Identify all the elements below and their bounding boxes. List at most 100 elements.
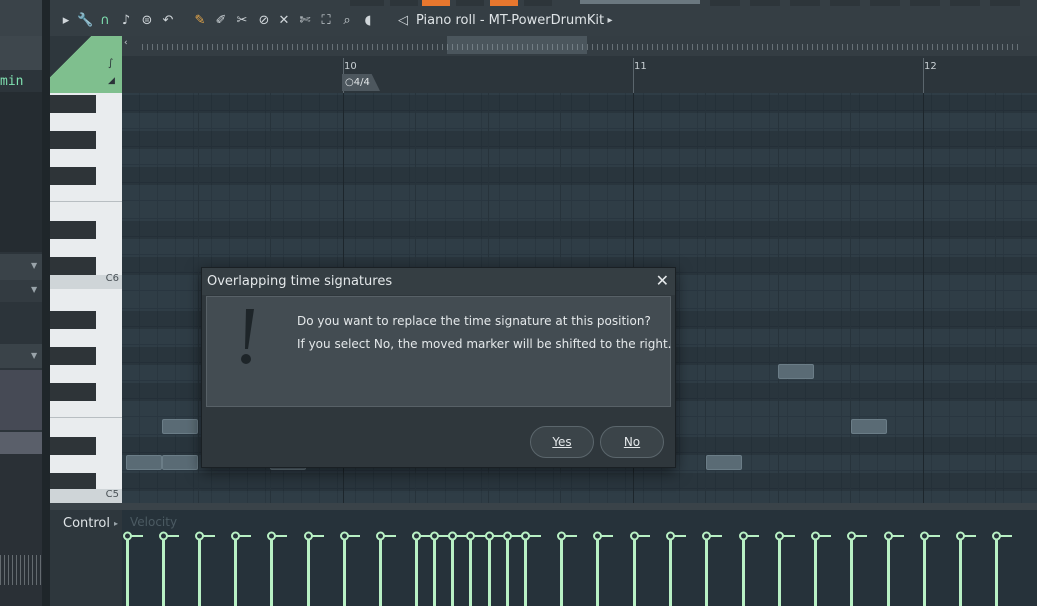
select-icon[interactable]: ⛶	[318, 12, 334, 30]
velocity-handle[interactable]	[430, 531, 439, 541]
velocity-handle[interactable]	[267, 531, 276, 541]
slice-icon[interactable]: ✄	[297, 12, 313, 30]
velocity-stem[interactable]	[469, 536, 472, 606]
timeline-ruler[interactable]: ‹ 10 11 12 ○4/4	[122, 36, 1037, 93]
panel-dropdown[interactable]: ▼	[0, 280, 42, 302]
velocity-stem[interactable]	[524, 536, 527, 606]
velocity-stem[interactable]	[451, 536, 454, 606]
panel-dropdown[interactable]: ▼	[0, 254, 42, 280]
velocity-stem[interactable]	[705, 536, 708, 606]
velocity-stem[interactable]	[307, 536, 310, 606]
velocity-handle[interactable]	[920, 531, 929, 541]
note[interactable]	[126, 455, 162, 470]
chevron-left-icon[interactable]: ‹	[124, 38, 128, 48]
velocity-handle[interactable]	[376, 531, 385, 541]
velocity-stem[interactable]	[343, 536, 346, 606]
velocity-handle[interactable]	[811, 531, 820, 541]
chevron-right-icon[interactable]: ▸	[114, 519, 118, 528]
velocity-stem[interactable]	[669, 536, 672, 606]
velocity-handle[interactable]	[521, 531, 530, 541]
pencil-icon[interactable]: ✎	[192, 12, 208, 30]
delete-icon[interactable]: ✂	[234, 12, 250, 30]
black-key[interactable]	[50, 347, 96, 365]
panel-selected-item[interactable]	[0, 432, 42, 454]
note[interactable]	[778, 364, 814, 379]
mute-icon[interactable]: ⊘	[256, 12, 272, 30]
velocity-stem[interactable]	[415, 536, 418, 606]
magnet-icon[interactable]: ∩	[97, 12, 113, 30]
velocity-stem[interactable]	[126, 536, 129, 606]
song-overview[interactable]	[122, 36, 1037, 56]
note[interactable]	[851, 419, 887, 434]
velocity-stem[interactable]	[995, 536, 998, 606]
velocity-handle[interactable]	[666, 531, 675, 541]
velocity-handle[interactable]	[775, 531, 784, 541]
black-key[interactable]	[50, 221, 96, 239]
velocity-handle[interactable]	[956, 531, 965, 541]
velocity-handle[interactable]	[593, 531, 602, 541]
velocity-handle[interactable]	[485, 531, 494, 541]
velocity-handle[interactable]	[503, 531, 512, 541]
velocity-stem[interactable]	[506, 536, 509, 606]
velocity-stem[interactable]	[433, 536, 436, 606]
close-icon[interactable]: ✕	[656, 271, 669, 290]
velocity-stem[interactable]	[923, 536, 926, 606]
velocity-handle[interactable]	[739, 531, 748, 541]
velocity-stem[interactable]	[162, 536, 165, 606]
velocity-stem[interactable]	[959, 536, 962, 606]
velocity-stem[interactable]	[633, 536, 636, 606]
velocity-handle[interactable]	[448, 531, 457, 541]
velocity-handle[interactable]	[195, 531, 204, 541]
velocity-handle[interactable]	[557, 531, 566, 541]
panel-dropdown[interactable]: ▼	[0, 344, 42, 368]
velocity-handle[interactable]	[412, 531, 421, 541]
velocity-stem[interactable]	[742, 536, 745, 606]
velocity-stem[interactable]	[814, 536, 817, 606]
velocity-handle[interactable]	[123, 531, 132, 541]
velocity-stem[interactable]	[560, 536, 563, 606]
velocity-handle[interactable]	[466, 531, 475, 541]
control-label[interactable]: Control	[63, 516, 110, 531]
play-arrow-icon[interactable]: ▸	[58, 12, 74, 30]
window-title[interactable]: Piano roll - MT-PowerDrumKit	[416, 13, 604, 28]
velocity-handle[interactable]	[340, 531, 349, 541]
velocity-stem[interactable]	[778, 536, 781, 606]
stamp-icon[interactable]: ⊜	[139, 12, 155, 30]
velocity-lane[interactable]: Velocity	[122, 510, 1037, 606]
resize-icon[interactable]: ◢	[108, 76, 115, 86]
speaker-mute-icon[interactable]: ✕	[276, 12, 292, 30]
velocity-handle[interactable]	[992, 531, 1001, 541]
black-key[interactable]	[50, 131, 96, 149]
black-key[interactable]	[50, 311, 96, 329]
more-arrow-icon[interactable]: ▸	[602, 12, 618, 30]
black-key[interactable]	[50, 95, 96, 113]
velocity-handle[interactable]	[630, 531, 639, 541]
zoom-icon[interactable]: ⌕	[339, 12, 355, 30]
velocity-stem[interactable]	[887, 536, 890, 606]
dialog-titlebar[interactable]: Overlapping time signatures ✕	[202, 268, 675, 295]
velocity-stem[interactable]	[234, 536, 237, 606]
undo-icon[interactable]: ↶	[160, 12, 176, 30]
velocity-stem[interactable]	[198, 536, 201, 606]
velocity-stem[interactable]	[270, 536, 273, 606]
note-icon[interactable]: ♪	[118, 12, 134, 30]
black-key[interactable]	[50, 257, 96, 275]
panel-splitter[interactable]	[42, 0, 50, 606]
note[interactable]	[162, 419, 198, 434]
note[interactable]	[706, 455, 742, 470]
velocity-handle[interactable]	[884, 531, 893, 541]
velocity-stem[interactable]	[379, 536, 382, 606]
velocity-bars[interactable]	[122, 510, 1037, 606]
paint-icon[interactable]: ✐	[213, 12, 229, 30]
piano-keyboard[interactable]: C6 C5	[50, 93, 122, 503]
black-key[interactable]	[50, 383, 96, 401]
velocity-handle[interactable]	[231, 531, 240, 541]
control-splitter[interactable]	[50, 503, 1037, 510]
yes-button[interactable]: Yes	[530, 426, 594, 458]
speaker-icon[interactable]: ◁	[395, 12, 411, 30]
black-key[interactable]	[50, 167, 96, 185]
black-key[interactable]	[50, 437, 96, 455]
note[interactable]	[162, 455, 198, 470]
time-signature-marker[interactable]: ○4/4	[342, 74, 380, 91]
velocity-handle[interactable]	[159, 531, 168, 541]
